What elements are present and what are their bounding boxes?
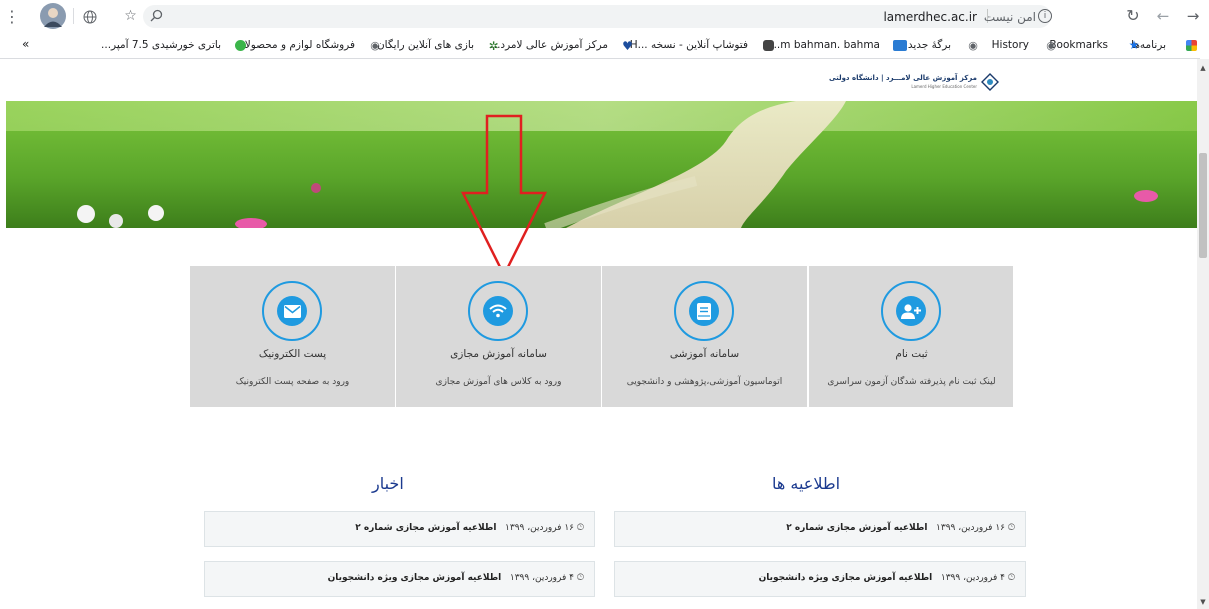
- apps-icon[interactable]: [1186, 40, 1197, 51]
- news-item-date: ۴ فروردین، ۱۳۹۹: [509, 573, 574, 583]
- bookmark-photoshop[interactable]: فتوشاپ آنلاین - نسخه ...H: [630, 39, 748, 51]
- announcement-item-text: 🕒︎ ۱۶ فروردین، ۱۳۹۹ اطلاعیه آموزش مجازی …: [786, 523, 1015, 533]
- announcement-item-date: ۴ فروردین، ۱۳۹۹: [940, 573, 1005, 583]
- logo-text: مرکز آموزش عالی لامـــرد | دانشگاه دولتی: [829, 74, 977, 82]
- star-icon[interactable]: ☆: [123, 8, 138, 23]
- announcements-heading: اطلاعیه ها: [772, 474, 841, 493]
- outlook-icon: [893, 40, 907, 51]
- globe-icon[interactable]: [82, 9, 97, 24]
- news-item-title[interactable]: اطلاعیه آموزش مجازی شماره ۲: [355, 523, 496, 533]
- announcement-item-title[interactable]: اطلاعیه آموزش مجازی ویژه دانشجویان: [759, 573, 933, 583]
- bookmark-games[interactable]: بازی های آنلاین رایگان: [377, 39, 474, 51]
- bookmark-history[interactable]: History: [992, 39, 1029, 51]
- clock-icon: 🕒︎: [576, 523, 584, 533]
- menu-dots-icon[interactable]: ⋮: [4, 9, 20, 25]
- tile-virtual-learning-desc: ورود به کلاس های آموزش مجازی: [435, 377, 562, 387]
- tile-icon-ring: [881, 281, 941, 341]
- security-label[interactable]: امن نیست: [984, 10, 1036, 24]
- forward-icon[interactable]: ←: [1155, 8, 1171, 24]
- games-icon: ✲: [488, 38, 499, 53]
- globe-icon: ◉: [1046, 38, 1056, 52]
- scrollbar-thumb[interactable]: [1199, 153, 1207, 258]
- tile-virtual-learning-title: سامانه آموزش مجازی: [450, 348, 547, 360]
- search-lens-icon[interactable]: [149, 8, 164, 23]
- user-plus-icon: [896, 296, 926, 326]
- tile-icon-ring: [468, 281, 528, 341]
- news-item[interactable]: 🕒︎ ۱۶ فروردین، ۱۳۹۹ اطلاعیه آموزش مجازی …: [204, 511, 595, 547]
- toolbar-divider: [73, 8, 74, 24]
- news-item-title[interactable]: اطلاعیه آموزش مجازی ویژه دانشجویان: [328, 573, 502, 583]
- bookmark-star-icon: ★: [1128, 38, 1140, 52]
- info-icon[interactable]: i: [1038, 9, 1052, 23]
- logo-emblem-icon: [981, 73, 999, 91]
- announcement-item-date: ۱۶ فروردین، ۱۳۹۹: [936, 523, 1005, 533]
- announcement-item[interactable]: 🕒︎ ۱۶ فروردین، ۱۳۹۹ اطلاعیه آموزش مجازی …: [614, 511, 1026, 547]
- news-item-text: 🕒︎ ۱۶ فروردین، ۱۳۹۹ اطلاعیه آموزش مجازی …: [355, 523, 584, 533]
- news-item-date: ۱۶ فروردین، ۱۳۹۹: [505, 523, 574, 533]
- tile-virtual-learning[interactable]: سامانه آموزش مجازی ورود به کلاس های آموز…: [396, 266, 601, 407]
- tile-email-desc: ورود به صفحه پست الکترونیک: [235, 377, 350, 387]
- bookmarks-bar: » برنامه‌ها ★ Bookmarks ◉ History ◉ برگه…: [0, 33, 1200, 59]
- clock-icon: 🕒︎: [1007, 573, 1015, 583]
- url-text[interactable]: lamerdhec.ac.ir: [883, 10, 977, 24]
- envelope-icon: [277, 296, 307, 326]
- announcement-item-title[interactable]: اطلاعیه آموزش مجازی شماره ۲: [786, 523, 927, 533]
- browser-toolbar: ⋮ ☆ lamerdhec.ac.ir امن نیست i ↻ ← →: [0, 0, 1209, 33]
- reload-icon[interactable]: ↻: [1125, 8, 1141, 24]
- scroll-up-arrow[interactable]: ▲: [1199, 64, 1207, 72]
- scrollbar[interactable]: [1197, 59, 1209, 609]
- clock-icon: 🕒︎: [576, 573, 584, 583]
- hero-banner: [6, 101, 1197, 228]
- news-item-text: 🕒︎ ۴ فروردین، ۱۳۹۹ اطلاعیه آموزش مجازی و…: [328, 573, 584, 583]
- bookmark-lamerd[interactable]: مرکز آموزش عالی لامرد...: [490, 39, 608, 51]
- tile-email-title: پست الکترونیک: [258, 348, 327, 360]
- tile-education-system-title: سامانه آموزشی: [669, 348, 740, 360]
- university-icon: ♥: [622, 38, 633, 53]
- bookmark-bahman[interactable]: m bahman. bahma...: [770, 39, 880, 51]
- bookmark-battery[interactable]: باتری خورشیدی 7.5 آمپر...: [101, 39, 221, 51]
- avatar[interactable]: [40, 3, 66, 29]
- announcement-item-text: 🕒︎ ۴ فروردین، ۱۳۹۹ اطلاعیه آموزش مجازی و…: [759, 573, 1015, 583]
- announcement-item[interactable]: 🕒︎ ۴ فروردین، ۱۳۹۹ اطلاعیه آموزش مجازی و…: [614, 561, 1026, 597]
- back-icon[interactable]: →: [1185, 8, 1201, 24]
- tile-registration[interactable]: ثبت نام لینک ثبت نام پذیرفته شدگان آزمون…: [809, 266, 1013, 407]
- globe-icon: ◉: [370, 38, 380, 52]
- tile-icon-ring: [262, 281, 322, 341]
- service-tiles: پست الکترونیک ورود به صفحه پست الکترونیک…: [190, 266, 1013, 407]
- book-icon: [689, 296, 719, 326]
- clock-icon: 🕒︎: [1007, 523, 1015, 533]
- battery-site-icon: [235, 40, 246, 51]
- bookmark-shop[interactable]: فروشگاه لوازم و محصولا...: [235, 39, 355, 51]
- tile-education-system[interactable]: سامانه آموزشی اتوماسیون آموزشی،پژوهشی و …: [602, 266, 807, 407]
- news-item[interactable]: 🕒︎ ۴ فروردین، ۱۳۹۹ اطلاعیه آموزش مجازی و…: [204, 561, 595, 597]
- tile-registration-title: ثبت نام: [895, 348, 928, 360]
- site-logo[interactable]: مرکز آموزش عالی لامـــرد | دانشگاه دولتی…: [829, 72, 1001, 92]
- tile-education-system-desc: اتوماسیون آموزشی،پژوهشی و دانشجویی: [626, 377, 783, 387]
- tile-registration-desc: لینک ثبت نام پذیرفته شدگان آزمون سراسری: [827, 377, 996, 387]
- bookmark-new-tab[interactable]: برگهٔ جدید: [908, 39, 951, 51]
- photopea-icon: [763, 40, 774, 51]
- scroll-down-arrow[interactable]: ▼: [1199, 598, 1207, 606]
- meadow-path-image: [6, 101, 1197, 228]
- red-arrow-annotation: [460, 114, 548, 278]
- tile-email[interactable]: پست الکترونیک ورود به صفحه پست الکترونیک: [190, 266, 395, 407]
- globe-icon: ◉: [968, 38, 978, 52]
- news-heading: اخبار: [372, 474, 404, 493]
- tile-icon-ring: [674, 281, 734, 341]
- wifi-icon: [483, 296, 513, 326]
- logo-subtitle: Lamerd Higher Education Center: [911, 84, 977, 89]
- bookmarks-overflow[interactable]: »: [22, 37, 29, 51]
- bookmark-bookmarks[interactable]: Bookmarks: [1049, 39, 1108, 51]
